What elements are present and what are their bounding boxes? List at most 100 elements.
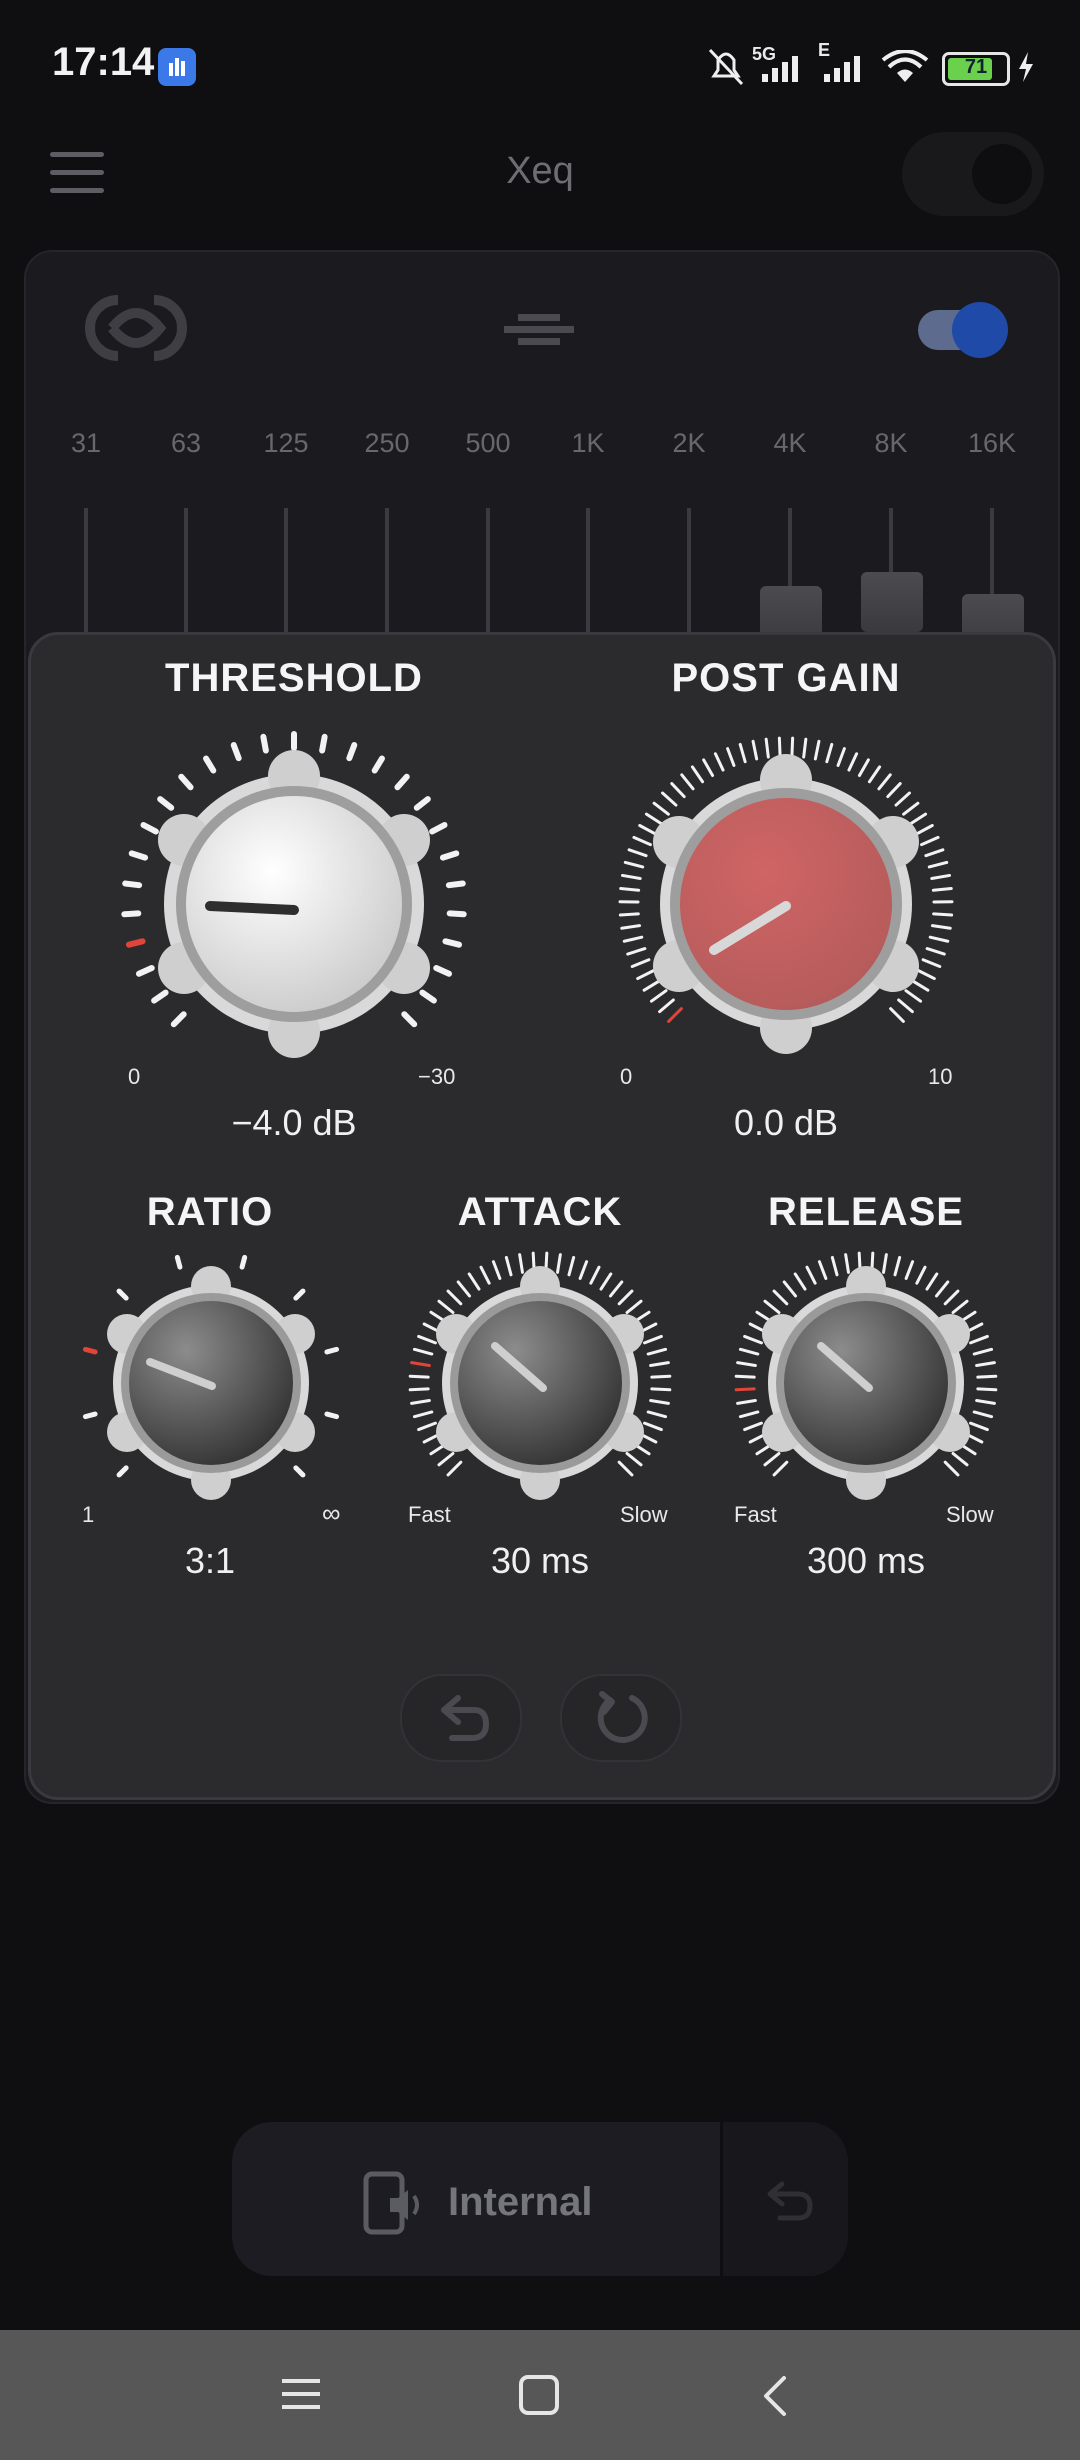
scale-tick bbox=[617, 1460, 634, 1477]
mute-bell-icon bbox=[706, 46, 746, 93]
scale-tick bbox=[122, 880, 143, 889]
post-gain-label: POST GAIN bbox=[671, 656, 901, 700]
attack-knob[interactable] bbox=[405, 1248, 675, 1518]
eq-enable-toggle[interactable] bbox=[918, 302, 1008, 358]
scale-tick bbox=[969, 1421, 989, 1432]
scale-tick bbox=[893, 1255, 902, 1277]
reset-button[interactable] bbox=[560, 1674, 682, 1762]
scale-tick bbox=[324, 1346, 340, 1355]
threshold-value: −4.0 dB bbox=[231, 1102, 357, 1143]
scale-tick bbox=[925, 947, 946, 956]
scale-tick bbox=[456, 1280, 472, 1298]
scale-tick bbox=[135, 965, 155, 977]
scale-tick bbox=[790, 736, 795, 758]
band-slider[interactable] bbox=[687, 508, 691, 648]
scale-tick bbox=[904, 1260, 915, 1280]
scale-tick bbox=[927, 860, 949, 869]
attack-min: Fast bbox=[408, 1502, 451, 1527]
scale-tick bbox=[408, 1374, 430, 1379]
band-slider[interactable] bbox=[486, 508, 490, 648]
post-gain-min: 0 bbox=[620, 1064, 633, 1089]
band-label: 16K bbox=[967, 428, 1017, 458]
scale-tick bbox=[738, 1410, 760, 1419]
scale-tick bbox=[578, 1260, 589, 1280]
band-slider[interactable] bbox=[184, 508, 188, 648]
attack-value: 30 ms bbox=[490, 1540, 590, 1581]
reset-icon bbox=[597, 1691, 648, 1743]
ratio-knob[interactable] bbox=[76, 1248, 346, 1518]
scale-tick bbox=[943, 1289, 960, 1306]
attack-max: Slow bbox=[620, 1502, 668, 1527]
release-knob[interactable] bbox=[731, 1248, 1001, 1518]
scale-tick bbox=[830, 1255, 839, 1277]
scale-tick bbox=[646, 1347, 668, 1356]
scale-tick bbox=[916, 968, 936, 981]
scale-tick bbox=[412, 1347, 434, 1356]
band-slider[interactable] bbox=[586, 508, 590, 648]
undo-button[interactable] bbox=[400, 1674, 522, 1762]
scale-tick bbox=[157, 796, 175, 811]
scale-tick bbox=[975, 1361, 996, 1367]
scale-tick bbox=[623, 860, 645, 869]
scale-tick bbox=[934, 1280, 950, 1298]
scale-tick bbox=[910, 979, 930, 992]
band-label: 250 bbox=[364, 428, 410, 458]
band-slider[interactable] bbox=[84, 508, 88, 648]
post-gain-value: 0.0 dB bbox=[733, 1102, 839, 1143]
scale-tick bbox=[943, 1460, 960, 1477]
threshold-min: 0 bbox=[128, 1064, 141, 1089]
scale-tick bbox=[763, 1299, 781, 1315]
scale-tick bbox=[622, 935, 644, 943]
ratio-min: 1 bbox=[82, 1502, 95, 1527]
scale-tick bbox=[638, 824, 658, 836]
ratio-label: RATIO bbox=[146, 1190, 274, 1234]
scale-tick bbox=[128, 850, 149, 861]
scale-tick bbox=[504, 1255, 513, 1277]
phone-speaker-icon bbox=[362, 2170, 426, 2241]
band-label: 63 bbox=[170, 428, 202, 458]
band-slider[interactable] bbox=[385, 508, 389, 648]
scale-tick bbox=[738, 742, 747, 764]
scale-tick bbox=[446, 910, 467, 918]
recent-apps-icon[interactable] bbox=[280, 2374, 322, 2419]
band-slider[interactable] bbox=[284, 508, 288, 648]
scale-tick bbox=[802, 737, 808, 759]
master-toggle[interactable] bbox=[902, 132, 1044, 216]
band-fader-handle[interactable] bbox=[861, 572, 923, 632]
threshold-knob[interactable] bbox=[118, 728, 470, 1080]
scale-tick bbox=[743, 1334, 763, 1345]
home-icon[interactable] bbox=[518, 2374, 560, 2421]
scale-tick bbox=[642, 979, 662, 992]
post-gain-knob[interactable] bbox=[610, 728, 962, 1080]
scale-tick bbox=[479, 1265, 491, 1285]
scale-tick bbox=[951, 1299, 969, 1315]
scale-tick bbox=[932, 912, 954, 917]
scale-tick bbox=[446, 1460, 463, 1477]
scale-tick bbox=[930, 924, 952, 930]
scale-tick bbox=[230, 742, 242, 762]
scale-tick bbox=[904, 989, 923, 1003]
band-label: 1K bbox=[571, 428, 605, 458]
scale-tick bbox=[670, 782, 686, 799]
scale-tick bbox=[763, 1451, 781, 1467]
scale-tick bbox=[894, 791, 911, 807]
scale-tick bbox=[793, 1272, 807, 1291]
scale-tick bbox=[902, 801, 920, 816]
scale-tick bbox=[151, 989, 169, 1004]
scale-tick bbox=[626, 947, 647, 956]
threshold-knob-body bbox=[158, 750, 430, 1058]
scale-tick bbox=[976, 1387, 998, 1392]
scale-tick bbox=[437, 1299, 455, 1315]
wifi-icon bbox=[880, 49, 930, 91]
charging-icon bbox=[1016, 50, 1036, 89]
scale-tick bbox=[567, 1255, 576, 1277]
scale-tick bbox=[617, 1289, 634, 1306]
scale-tick bbox=[921, 958, 942, 969]
output-device-label: Internal bbox=[448, 2180, 593, 2224]
scale-tick bbox=[889, 1007, 905, 1023]
back-icon[interactable] bbox=[760, 2374, 790, 2423]
output-undo-icon[interactable] bbox=[760, 2178, 816, 2227]
scale-tick bbox=[969, 1334, 989, 1345]
scale-tick bbox=[410, 1361, 431, 1367]
eq-preset-icon[interactable] bbox=[504, 310, 574, 350]
